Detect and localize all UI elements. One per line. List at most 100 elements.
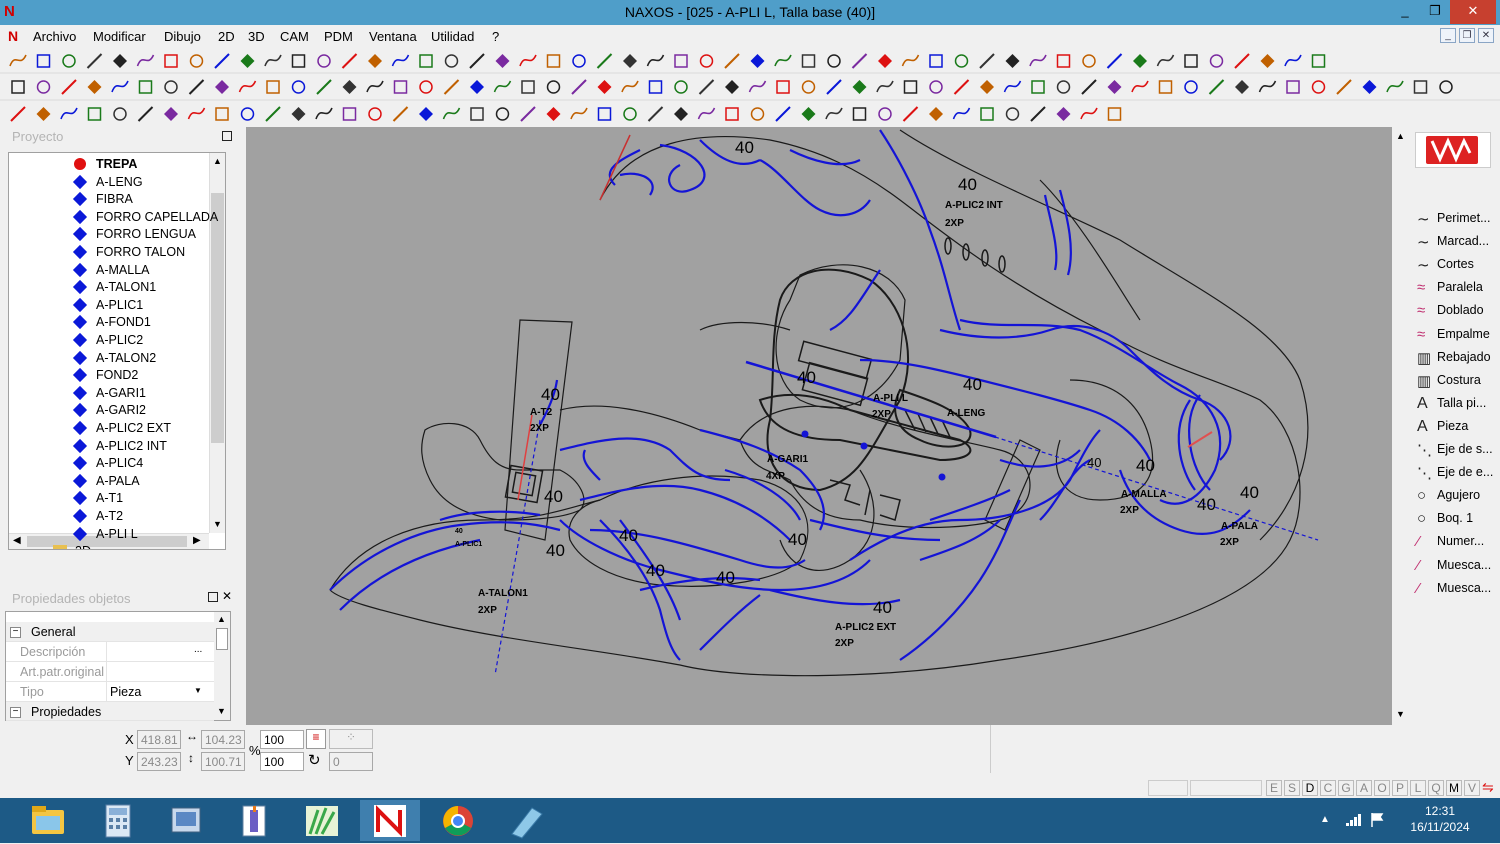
chrome-icon[interactable] [428,800,488,841]
toolbar-tool-icon[interactable] [1106,53,1123,69]
pin-icon[interactable] [208,592,218,602]
toolbar-tool-icon[interactable] [368,54,382,68]
toolbar-tool-icon[interactable] [878,107,892,121]
toolbar-tool-icon[interactable] [36,80,51,94]
toolbar-tool-icon[interactable] [10,106,26,122]
toolbar-tool-icon[interactable] [470,107,484,121]
close-button[interactable]: ✕ [1450,0,1496,24]
toolbar-tool-icon[interactable] [1439,80,1453,94]
toolbar-tool-icon[interactable] [9,54,27,67]
menu-dibujo[interactable]: Dibujo [164,29,201,44]
toolbar-tool-icon[interactable] [546,80,561,94]
toolbar-tool-icon[interactable] [1029,54,1047,67]
naxos-icon[interactable] [360,800,420,841]
pin-icon[interactable] [222,131,232,141]
office-icon[interactable] [224,800,284,841]
properties-scrollbar[interactable]: ▲ ▼ [214,612,230,720]
toolbar-tool-icon[interactable] [929,107,943,121]
toolbar-tool-icon[interactable] [419,54,433,68]
status-flag-p[interactable]: P [1392,780,1408,796]
menu-archivo[interactable]: Archivo [33,29,76,44]
toolbar-tool-icon[interactable] [646,54,665,67]
toolbar-tool-icon[interactable] [368,107,382,121]
property-art-patr[interactable]: Art.patr.original [6,662,214,682]
menu-utilidad[interactable]: Utilidad [431,29,474,44]
toolbar-tool-icon[interactable] [342,80,357,94]
toolbar-tool-icon[interactable] [748,80,767,93]
toolbar-tool-icon[interactable] [442,107,461,120]
tool-agujero[interactable]: ○ Agujero [1417,485,1499,507]
toolbar-tool-icon[interactable] [623,107,637,121]
toolbar-tool-icon[interactable] [188,79,205,95]
toolbar-tool-icon[interactable] [597,80,612,94]
toolbar-tool-icon[interactable] [315,107,333,120]
toolbar-tool-icon[interactable] [674,80,688,94]
status-flag-l[interactable]: L [1410,780,1426,796]
scale-x-field[interactable]: 100 [260,730,304,749]
toolbar-tool-icon[interactable] [852,107,867,121]
toolbar-tool-icon[interactable] [1208,79,1225,95]
toolbar-tool-icon[interactable] [86,53,103,69]
toolbar-tool-icon[interactable] [1107,107,1122,121]
toolbar-tool-icon[interactable] [493,80,512,93]
status-icon[interactable]: ⇋ [1482,780,1498,796]
toolbar-tool-icon[interactable] [697,107,716,120]
toolbar-tool-icon[interactable] [826,79,842,95]
toolbar-tool-icon[interactable] [264,54,282,67]
menu-cam[interactable]: CAM [280,29,309,44]
toolbar-tool-icon[interactable] [852,80,867,94]
toolbar-tool-icon[interactable] [137,106,154,122]
toolbar-tool-icon[interactable] [443,79,460,95]
toolbar-tool-icon[interactable] [113,54,127,68]
toolbar-tool-icon[interactable] [62,54,76,68]
toolbar-tool-icon[interactable] [1286,80,1300,94]
toolbar-tool-icon[interactable] [621,80,639,93]
toolbar-tool-icon[interactable] [189,54,204,68]
tool-boq-1[interactable]: ○ Boq. 1 [1417,508,1499,530]
toolbar-tool-icon[interactable] [980,107,994,121]
scroll-left-icon[interactable]: ◀ [13,535,21,546]
canvas-vertical-scrollbar[interactable]: ▲ ▼ [1392,127,1409,725]
x-coordinate-field[interactable]: 418.81 [137,730,181,749]
calculator-icon[interactable] [88,800,148,841]
chevron-down-icon[interactable]: ▼ [194,686,202,695]
toolbar-tool-icon[interactable] [750,107,765,121]
toolbar-tool-icon[interactable] [136,54,155,67]
toolbar-tool-icon[interactable] [240,54,255,68]
toolbar-tool-icon[interactable] [1311,54,1326,68]
scroll-up-icon[interactable]: ▲ [1396,131,1405,141]
tray-expand-icon[interactable]: ▲ [1320,814,1330,825]
toolbar-tool-icon[interactable] [648,80,663,94]
group-general[interactable]: − General [6,622,214,642]
toolbar-tool-icon[interactable] [980,80,994,94]
close-icon[interactable]: ✕ [222,589,232,603]
height-field[interactable]: 100.71 [201,752,245,771]
toolbar-tool-icon[interactable] [929,80,943,94]
toolbar-tool-icon[interactable] [1386,80,1404,93]
toolbar-tool-icon[interactable] [138,80,153,94]
toolbar-tool-icon[interactable] [521,80,535,94]
toolbar-tool-icon[interactable] [1336,79,1352,95]
toolbar-tool-icon[interactable] [571,79,587,95]
scroll-up-icon[interactable]: ▲ [217,614,226,624]
toolbar-tool-icon[interactable] [366,80,384,93]
toolbar-tool-icon[interactable] [801,54,816,68]
toolbar-tool-icon[interactable] [674,107,688,121]
toolbar-tool-icon[interactable] [596,53,613,69]
status-flag-d[interactable]: D [1302,780,1318,796]
toolbar-tool-icon[interactable] [1131,80,1149,93]
toolbar-tool-icon[interactable] [774,54,792,67]
toolbar-tool-icon[interactable] [215,107,229,121]
toolbar-tool-icon[interactable] [1081,79,1097,95]
tool-paralela[interactable]: ≈ Paralela [1417,277,1499,299]
toolbar-tool-icon[interactable] [393,80,408,94]
scale-y-field[interactable]: 100 [260,752,304,771]
toolbar-tool-icon[interactable] [419,107,433,121]
status-flag-q[interactable]: Q [1428,780,1444,796]
tipo-select[interactable]: Pieza [110,685,141,699]
toolbar-tool-icon[interactable] [1030,106,1046,122]
toolbar-tool-icon[interactable] [291,107,306,121]
toolbar-tool-icon[interactable] [902,106,919,122]
design-icon[interactable] [292,800,352,841]
toolbar-tool-icon[interactable] [240,107,255,121]
